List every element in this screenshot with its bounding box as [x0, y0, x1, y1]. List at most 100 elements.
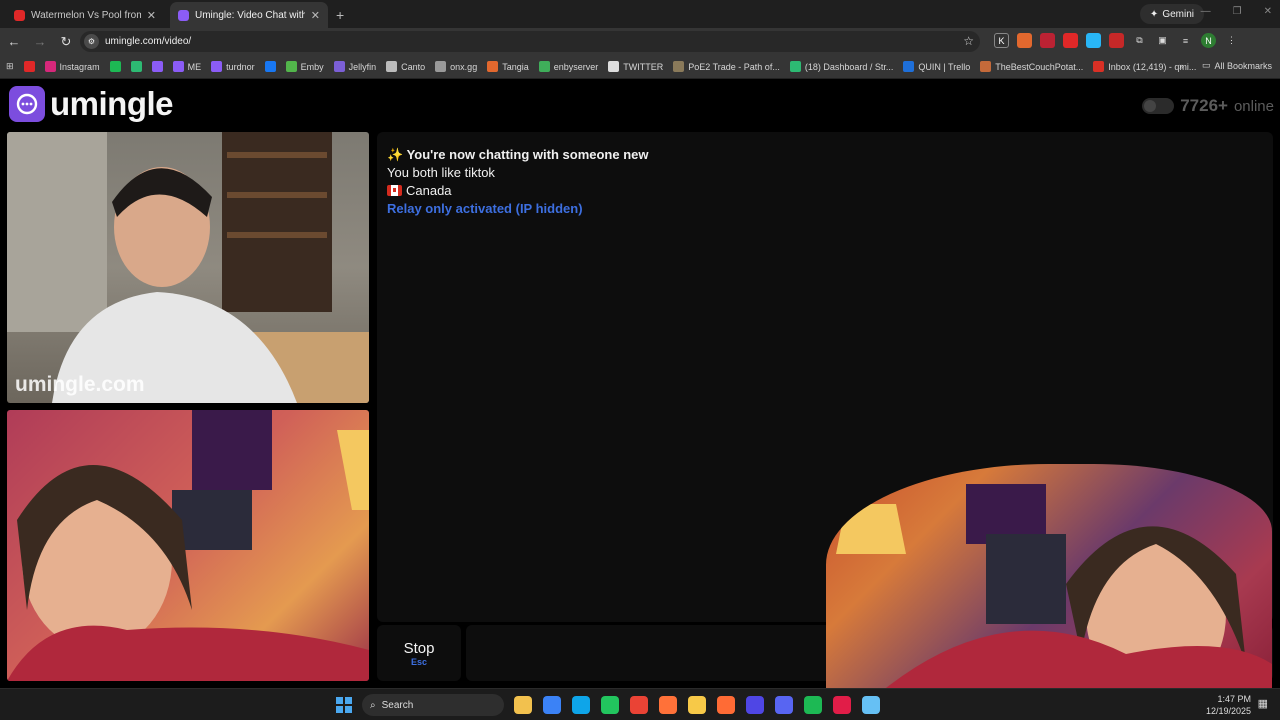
minimize-icon[interactable]: —: [1201, 6, 1211, 17]
bookmark-favicon-icon: [109, 61, 121, 72]
stop-shortcut-label: Esc: [410, 656, 427, 667]
bookmark-item[interactable]: Jellyfin: [333, 61, 376, 72]
menu-kebab-icon[interactable]: ⋮: [1224, 33, 1239, 48]
bookmark-item[interactable]: TheBestCouchPotat...: [980, 61, 1083, 72]
ghost-extension-icon[interactable]: [1040, 33, 1055, 48]
bookmark-favicon-icon: [608, 61, 620, 72]
bookmark-item[interactable]: Instagram: [44, 61, 100, 72]
bookmark-item[interactable]: [130, 61, 142, 72]
youtube-extension-icon[interactable]: [1063, 33, 1078, 48]
profile-avatar[interactable]: N: [1201, 33, 1216, 48]
taskbar-app-icon[interactable]: [746, 696, 764, 714]
bookmark-item[interactable]: TWITTER: [608, 61, 663, 72]
bookmark-label: ME: [187, 61, 202, 72]
bookmark-star-icon[interactable]: ☆: [963, 34, 974, 48]
bookmark-item[interactable]: QUIN | Trello: [903, 61, 970, 72]
new-tab-button[interactable]: +: [336, 2, 344, 28]
bookmarks-bar: ⊞ Instagram ME turdnor Emby Jellyfin Canto onx…: [0, 55, 1280, 79]
reading-list-icon[interactable]: ≡: [1178, 33, 1193, 48]
taskbar-app-icon[interactable]: [601, 696, 619, 714]
taskbar-app-icon[interactable]: [543, 696, 561, 714]
bookmark-item[interactable]: onx.gg: [435, 61, 477, 72]
url-text[interactable]: umingle.com/video/: [105, 36, 191, 47]
taskbar-app-icon[interactable]: [688, 696, 706, 714]
taskbar-app-icon[interactable]: [862, 696, 880, 714]
k-extension-icon[interactable]: K: [994, 33, 1009, 48]
browser-tab-umingle[interactable]: Umingle: Video Chat with S ✕: [170, 2, 328, 28]
taskbar-app-icon[interactable]: [775, 696, 793, 714]
notification-bell-icon[interactable]: ▦: [1258, 697, 1268, 710]
bookmark-item[interactable]: Tangia: [487, 61, 529, 72]
tab-title: Umingle: Video Chat with S: [195, 9, 305, 21]
bookmark-item[interactable]: Emby: [285, 61, 324, 72]
bookmark-item[interactable]: ME: [172, 61, 202, 72]
online-indicator: 7726+ online: [1142, 96, 1274, 116]
bookmark-label: TheBestCouchPotat...: [995, 61, 1084, 72]
bookmark-favicon-icon: [285, 61, 297, 72]
stranger-video-frame: [7, 132, 369, 403]
chat-system-message: ✨ You're now chatting with someone new: [387, 147, 649, 162]
chat-bubble-icon: [9, 86, 45, 122]
canada-flag-icon: [387, 185, 402, 196]
address-bar[interactable]: ⚙ umingle.com/video/ ☆: [80, 31, 980, 52]
bookmark-item[interactable]: PoE2 Trade - Path of...: [673, 61, 780, 72]
sidepanel-icon[interactable]: ▣: [1155, 33, 1170, 48]
close-tab-icon[interactable]: ✕: [311, 9, 320, 22]
bookmark-item[interactable]: Canto: [386, 61, 425, 72]
windows-start-icon[interactable]: [336, 697, 352, 713]
bookmark-favicon-icon: [151, 61, 163, 72]
clock-date: 12/19/2025: [1206, 706, 1252, 716]
bookmark-item[interactable]: [109, 61, 121, 72]
youtube-icon: [14, 9, 25, 21]
bookmark-item[interactable]: (18) Dashboard / Str...: [789, 61, 894, 72]
logo-text: umingle: [50, 85, 174, 122]
taskbar-app-icon[interactable]: [717, 696, 735, 714]
gemini-button[interactable]: ✦ Gemini: [1139, 4, 1204, 24]
back-arrow-icon[interactable]: ←: [2, 34, 26, 49]
fox-extension-icon[interactable]: [1017, 33, 1032, 48]
bookmark-item[interactable]: [23, 61, 35, 72]
theme-toggle[interactable]: [1142, 98, 1175, 114]
restore-icon[interactable]: ❐: [1233, 6, 1242, 17]
bookmark-label: PoE2 Trade - Path of...: [688, 61, 780, 72]
chevron-double-right-icon[interactable]: »: [1179, 61, 1184, 71]
chat-relay-message: Relay only activated (IP hidden): [387, 201, 583, 216]
reload-icon[interactable]: ↻: [54, 34, 78, 50]
bookmark-favicon-icon: [264, 61, 276, 72]
bookmark-favicon-icon: [673, 61, 685, 72]
chat-interest-message: You both like tiktok: [387, 165, 495, 180]
taskbar-app-icon[interactable]: [630, 696, 648, 714]
all-bookmarks-button[interactable]: » ▭ All Bookmarks: [1179, 60, 1272, 71]
taskbar-app-icon[interactable]: [833, 696, 851, 714]
umingle-logo[interactable]: umingle: [9, 85, 174, 123]
taskbar-search[interactable]: ⌕ Search: [362, 694, 504, 716]
browser-tab-strip: Watermelon Vs Pool from 45m ✕ Umingle: V…: [0, 0, 1280, 28]
bookmark-favicon-icon: [789, 61, 801, 72]
taskbar-app-icon[interactable]: [514, 696, 532, 714]
bookmark-item[interactable]: [264, 61, 276, 72]
bookmark-favicon-icon: [903, 61, 915, 72]
site-info-icon[interactable]: ⚙: [84, 34, 99, 49]
bookmark-item[interactable]: enbyserver: [538, 61, 599, 72]
bookmark-item[interactable]: [151, 61, 163, 72]
forward-arrow-icon[interactable]: →: [28, 34, 52, 49]
online-label: online: [1233, 97, 1274, 115]
taskbar-app-icon[interactable]: [572, 696, 590, 714]
browser-tab-watermelon[interactable]: Watermelon Vs Pool from 45m ✕: [6, 2, 164, 28]
bookmark-label: enbyserver: [553, 61, 599, 72]
bookmark-label: (18) Dashboard / Str...: [804, 61, 894, 72]
close-tab-icon[interactable]: ✕: [147, 9, 156, 22]
apps-grid-icon[interactable]: ⊞: [6, 61, 14, 72]
bookmark-item[interactable]: turdnor: [211, 61, 255, 72]
seven-tv-extension-icon[interactable]: [1086, 33, 1101, 48]
bookmark-label: TWITTER: [623, 61, 664, 72]
taskbar-app-icon[interactable]: [659, 696, 677, 714]
bookmark-favicon-icon: [44, 61, 56, 72]
tag-extension-icon[interactable]: [1109, 33, 1124, 48]
taskbar-app-icon[interactable]: [804, 696, 822, 714]
puzzle-icon[interactable]: ⧉: [1132, 33, 1147, 48]
online-count: 7726+: [1180, 96, 1228, 115]
close-window-icon[interactable]: ✕: [1264, 6, 1272, 17]
stop-button[interactable]: Stop Esc: [377, 625, 461, 681]
system-clock[interactable]: 1:47 PM 12/19/2025: [1206, 693, 1251, 717]
